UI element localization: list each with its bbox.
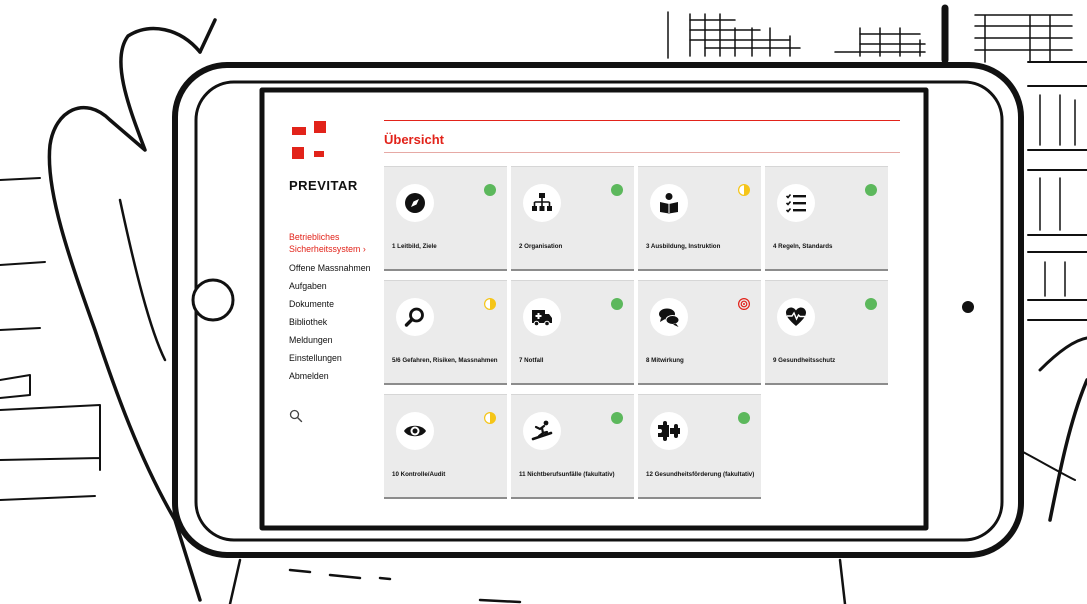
status-green-icon xyxy=(865,184,877,196)
eye-icon xyxy=(404,425,426,437)
tile-nichtberufsunfaelle[interactable]: 11 Nichtberufsunfälle (fakultativ) xyxy=(511,394,634,499)
status-green-icon xyxy=(738,412,750,424)
chat-bubbles-icon xyxy=(659,308,680,327)
status-yellow-half-icon xyxy=(484,298,496,310)
status-green-icon xyxy=(865,298,877,310)
puzzle-icon xyxy=(658,421,680,441)
tile-label: 1 Leitbild, Ziele xyxy=(392,243,437,250)
status-green-icon xyxy=(611,298,623,310)
tile-ausbildung-instruktion[interactable]: 3 Ausbildung, Instruktion xyxy=(638,166,761,271)
status-red-target-icon xyxy=(738,298,750,310)
reader-icon xyxy=(660,193,678,214)
ambulance-icon xyxy=(532,310,552,327)
heartbeat-icon xyxy=(786,307,806,326)
magnifier-icon xyxy=(404,307,424,327)
compass-icon xyxy=(405,193,425,213)
status-green-icon xyxy=(611,184,623,196)
tile-label: 2 Organisation xyxy=(519,243,563,250)
checklist-icon xyxy=(785,193,806,213)
status-green-icon xyxy=(484,184,496,196)
search-icon[interactable] xyxy=(289,409,303,423)
app-screen: PREVITAR Betriebliches Sicherheitssystem… xyxy=(268,96,920,522)
status-yellow-half-icon xyxy=(484,412,496,424)
tile-label: 7 Notfall xyxy=(519,357,544,364)
header-rule-top xyxy=(384,120,900,121)
tile-label: 12 Gesundheitsförderung (fakultativ) xyxy=(646,471,755,478)
tile-label: 4 Regeln, Standards xyxy=(773,243,833,250)
tile-label: 8 Mitwirkung xyxy=(646,357,684,364)
page-title: Übersicht xyxy=(384,132,444,147)
tile-gesundheitsschutz[interactable]: 9 Gesundheitsschutz xyxy=(765,280,888,385)
tile-mitwirkung[interactable]: 8 Mitwirkung xyxy=(638,280,761,385)
tile-gefahren-risiken[interactable]: 5/6 Gefahren, Risiken, Massnahmen xyxy=(384,280,507,385)
status-yellow-half-icon xyxy=(738,184,750,196)
tile-gesundheitsfoerderung[interactable]: 12 Gesundheitsförderung (fakultativ) xyxy=(638,394,761,499)
tile-kontrolle-audit[interactable]: 10 Kontrolle/Audit xyxy=(384,394,507,499)
tile-label: 11 Nichtberufsunfälle (fakultativ) xyxy=(519,471,615,478)
tile-label: 9 Gesundheitsschutz xyxy=(773,357,836,364)
tile-label: 3 Ausbildung, Instruktion xyxy=(646,243,721,250)
org-chart-icon xyxy=(532,193,552,211)
tile-notfall[interactable]: 7 Notfall xyxy=(511,280,634,385)
header-rule-bottom xyxy=(384,152,900,153)
status-green-icon xyxy=(611,412,623,424)
tile-organisation[interactable]: 2 Organisation xyxy=(511,166,634,271)
brand-name: PREVITAR xyxy=(289,178,358,193)
previtar-logo xyxy=(292,121,326,159)
snowboarder-icon xyxy=(531,420,553,441)
tile-label: 10 Kontrolle/Audit xyxy=(392,471,446,478)
tile-regeln-standards[interactable]: 4 Regeln, Standards xyxy=(765,166,888,271)
tile-leitbild-ziele[interactable]: 1 Leitbild, Ziele xyxy=(384,166,507,271)
tile-label: 5/6 Gefahren, Risiken, Massnahmen xyxy=(392,357,498,364)
